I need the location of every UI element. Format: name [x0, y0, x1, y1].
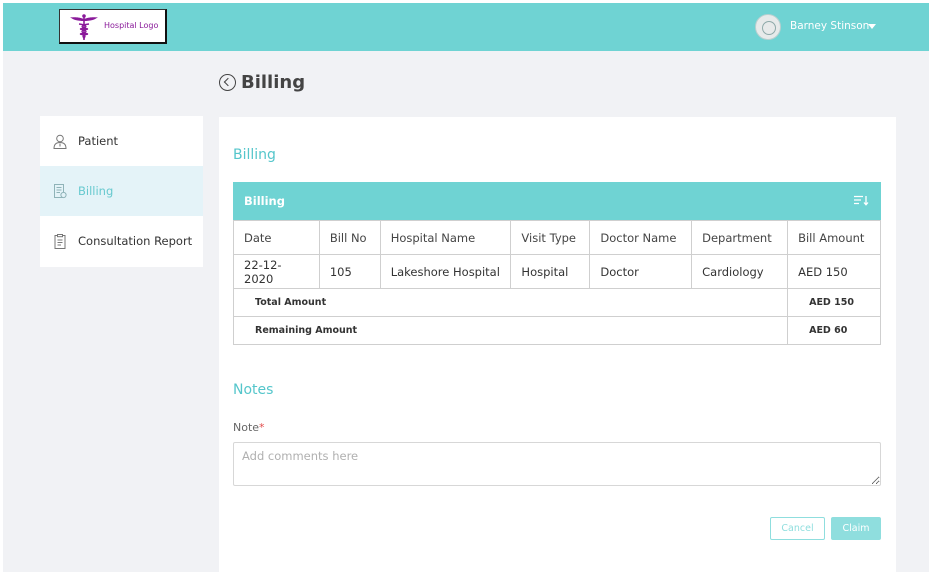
billing-icon [54, 183, 67, 198]
billing-section-title: Billing [233, 147, 276, 163]
app-frame: Hospital Logo Barney Stinson Billing Pat… [3, 3, 929, 572]
column-header-date: Date [233, 220, 320, 255]
cell-bill-no: 105 [318, 254, 381, 289]
cell-date: 22-12-2020 [233, 254, 320, 289]
total-amount-row: Total Amount AED 150 [232, 288, 881, 317]
column-header-bill-amount: Bill Amount [787, 220, 881, 255]
hospital-logo[interactable]: Hospital Logo [59, 9, 167, 44]
caduceus-icon [70, 14, 98, 40]
notes-section-title: Notes [233, 382, 274, 398]
remaining-amount-value: AED 60 [787, 316, 881, 345]
sidebar-item-label: Consultation Report [78, 234, 193, 248]
patient-icon [53, 134, 67, 149]
page-title: Billing [241, 71, 306, 93]
cell-doctor-name: Doctor [589, 254, 693, 289]
note-textarea[interactable] [233, 442, 881, 486]
billing-card: Billing Billing Date Bill No Hospital Na… [219, 117, 896, 572]
logo-text: Hospital Logo [104, 21, 159, 30]
sidebar-item-billing[interactable]: Billing [40, 166, 203, 216]
cell-department: Cardiology [691, 254, 789, 289]
cell-bill-amount: AED 150 [787, 254, 881, 289]
remaining-amount-label: Remaining Amount [232, 316, 789, 345]
note-label-text: Note [233, 421, 260, 434]
user-name[interactable]: Barney Stinson [790, 20, 869, 32]
page-heading: Billing [219, 70, 305, 94]
cell-visit-type: Hospital [510, 254, 591, 289]
top-bar: Hospital Logo Barney Stinson [3, 3, 929, 51]
column-header-department: Department [691, 220, 789, 255]
sidebar-item-label: Billing [78, 184, 114, 198]
back-arrow-icon[interactable] [219, 73, 236, 91]
billing-table-title: Billing [244, 194, 285, 208]
report-icon [54, 233, 66, 249]
remaining-amount-row: Remaining Amount AED 60 [232, 316, 881, 345]
note-field-label: Note* [233, 421, 265, 434]
sort-icon[interactable] [853, 195, 869, 206]
sidebar-item-label: Patient [78, 134, 119, 148]
column-header-hospital-name: Hospital Name [379, 220, 512, 255]
billing-table: Date Bill No Hospital Name Visit Type Do… [232, 220, 881, 345]
chevron-down-icon[interactable] [868, 24, 876, 29]
column-header-bill-no: Bill No [318, 220, 381, 255]
user-avatar[interactable] [755, 14, 781, 40]
total-amount-value: AED 150 [787, 288, 881, 317]
table-row[interactable]: 22-12-2020 105 Lakeshore Hospital Hospit… [233, 254, 881, 289]
column-header-visit-type: Visit Type [510, 220, 591, 255]
sidebar: Patient Billing Consultation Report [40, 116, 203, 267]
column-header-doctor-name: Doctor Name [589, 220, 693, 255]
table-header-row: Date Bill No Hospital Name Visit Type Do… [233, 220, 881, 255]
total-amount-label: Total Amount [232, 288, 789, 317]
sidebar-item-consultation-report[interactable]: Consultation Report [40, 216, 203, 266]
cancel-button[interactable]: Cancel [770, 517, 825, 540]
claim-button[interactable]: Claim [831, 517, 881, 540]
cell-hospital-name: Lakeshore Hospital [379, 254, 512, 289]
sidebar-item-patient[interactable]: Patient [40, 116, 203, 166]
billing-table-header: Billing [233, 182, 881, 220]
required-mark: * [259, 421, 265, 434]
